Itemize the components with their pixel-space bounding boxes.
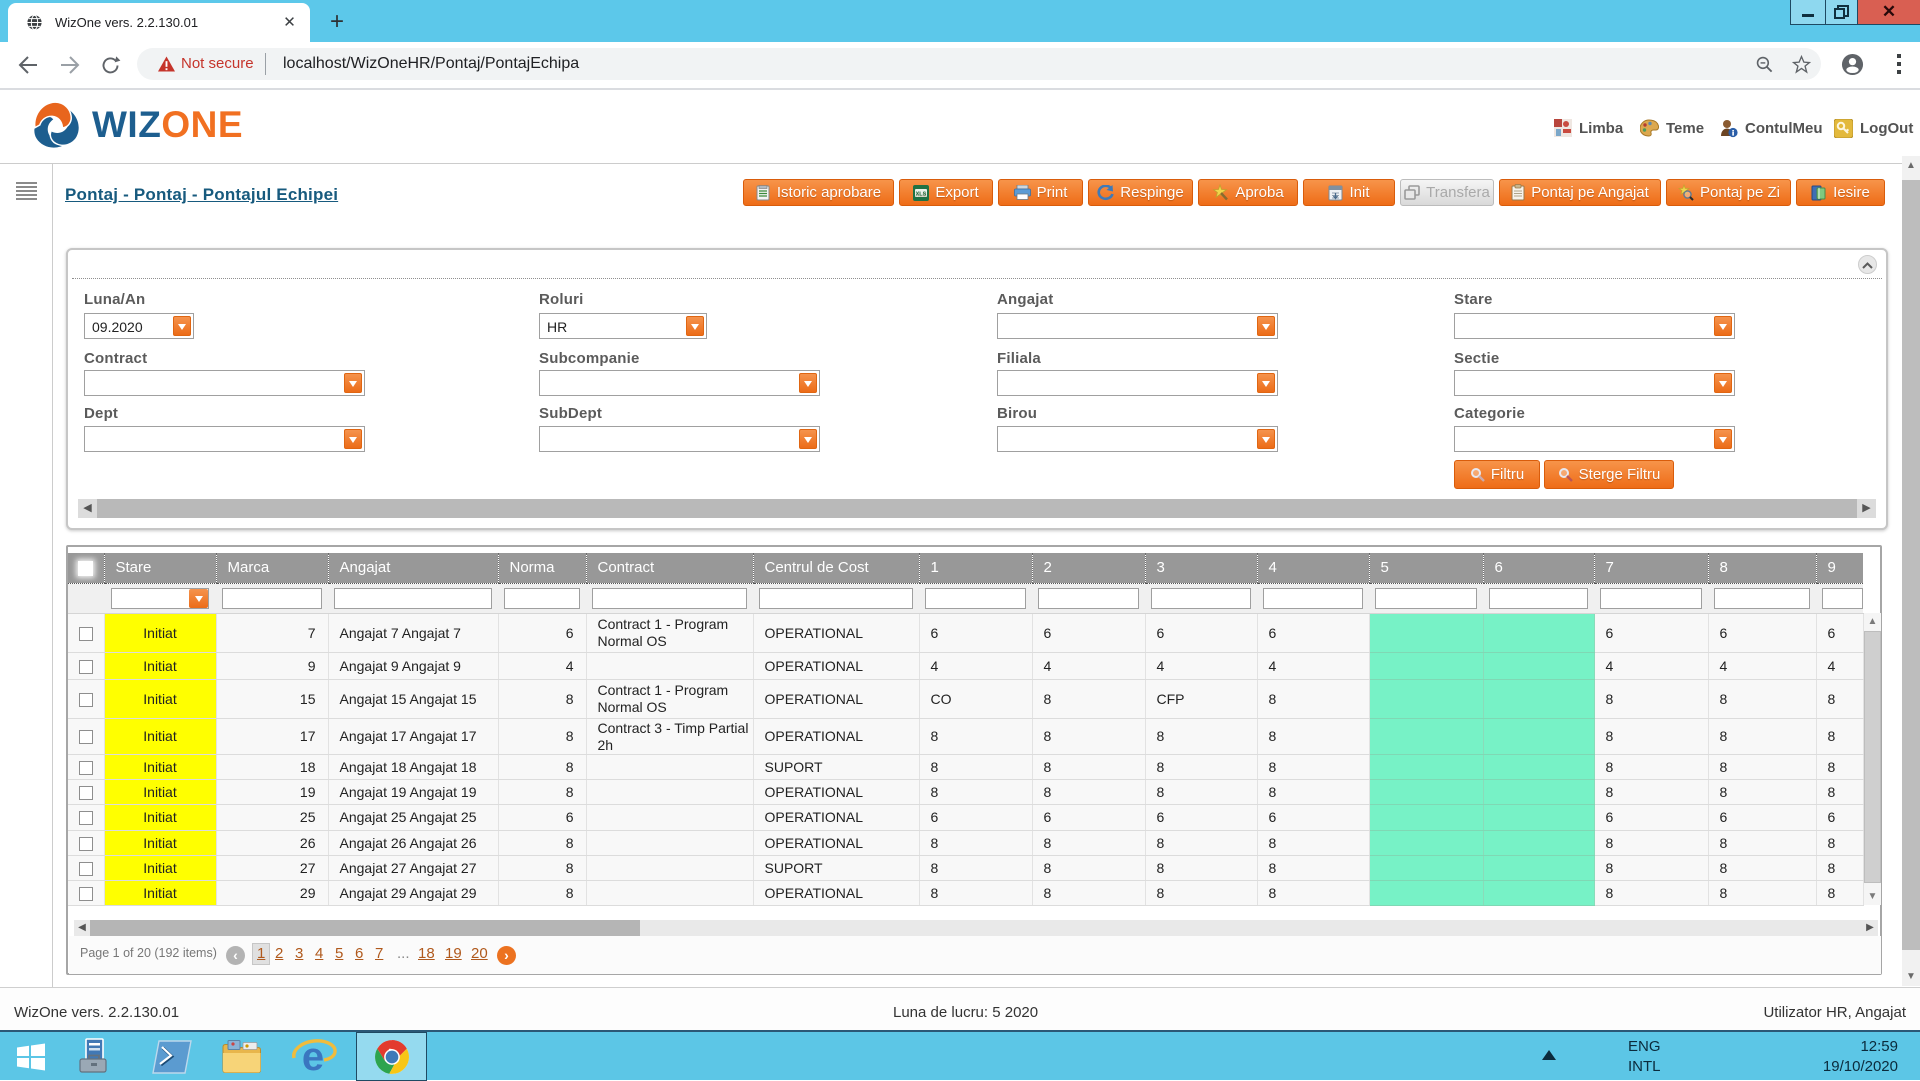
svg-text:XLS: XLS — [916, 191, 927, 197]
